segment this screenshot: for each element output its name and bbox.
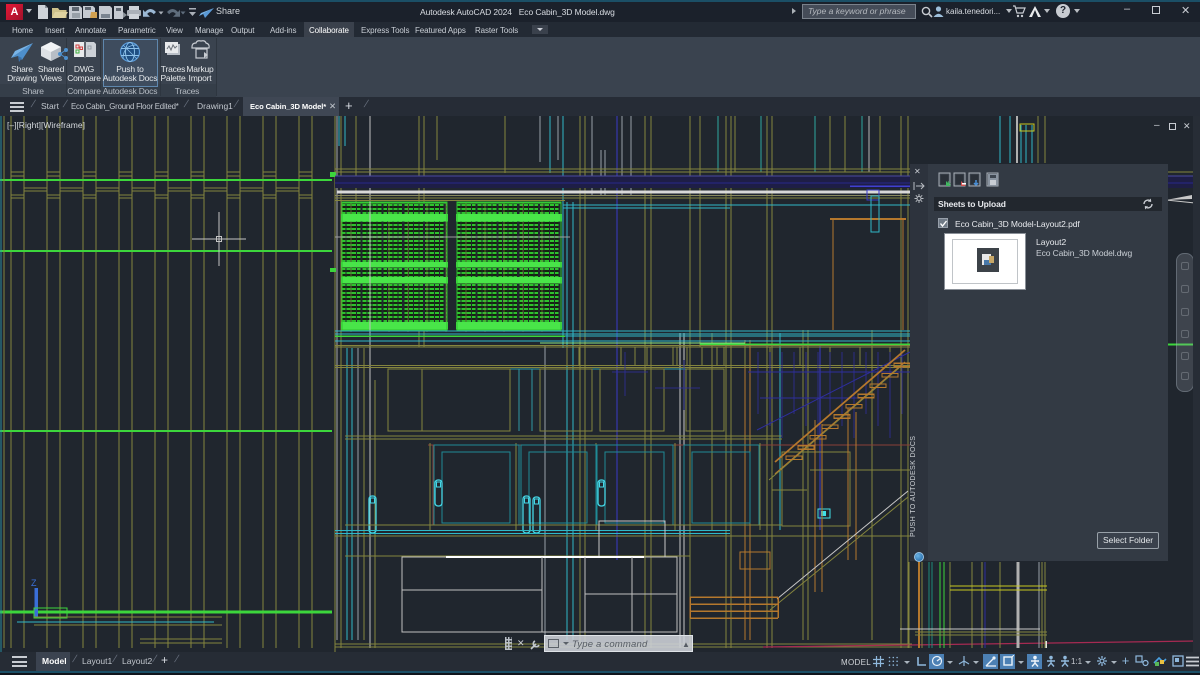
- svg-text:Z: Z: [31, 578, 37, 588]
- svg-text:+: +: [946, 179, 951, 188]
